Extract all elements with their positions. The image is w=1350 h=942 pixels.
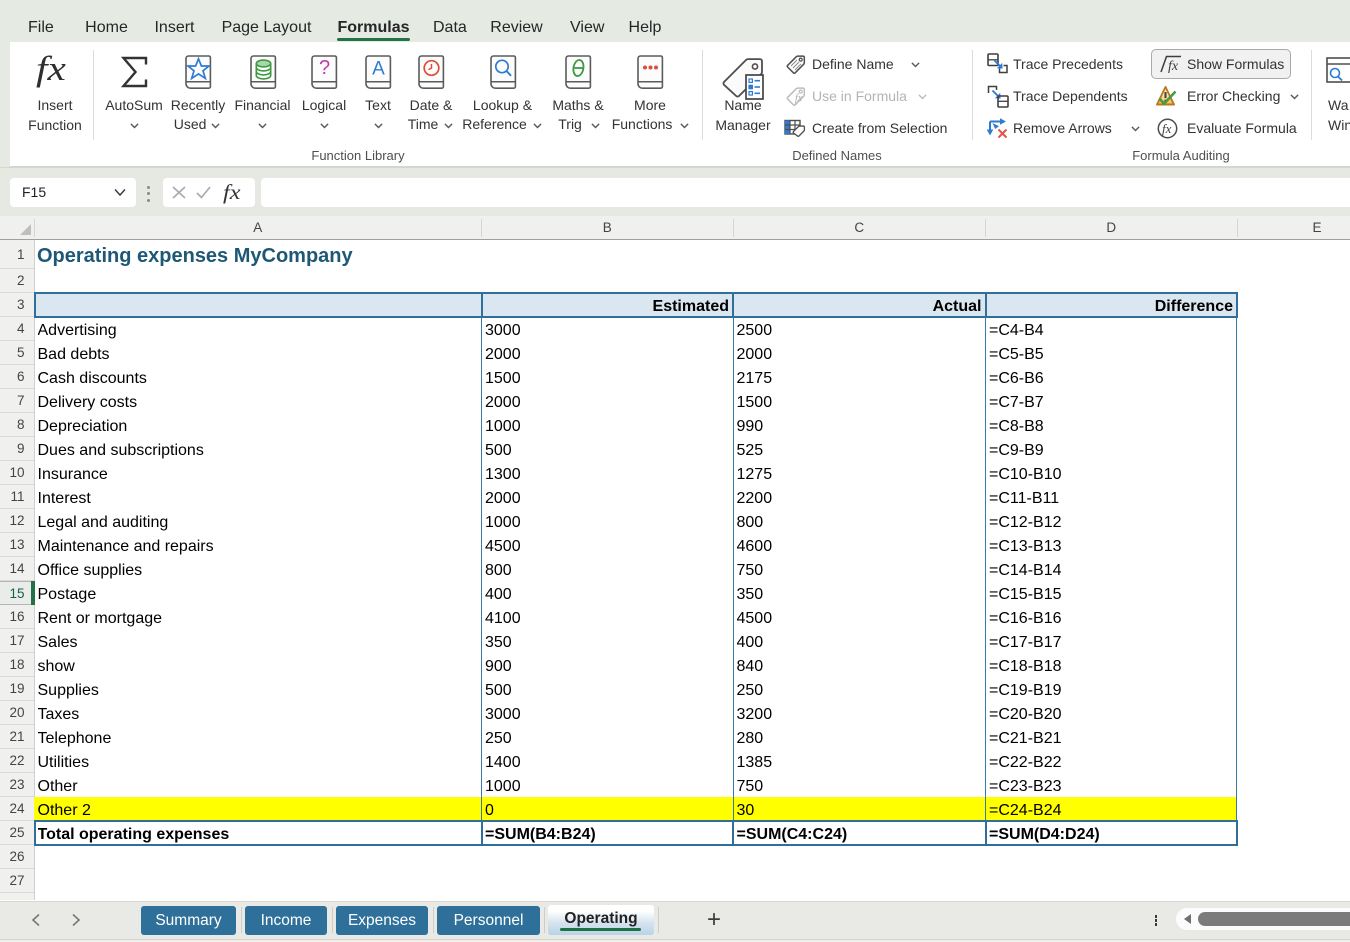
svg-text:fx: fx [1168, 59, 1179, 73]
svg-text:fx: fx [795, 93, 803, 104]
svg-text:?: ? [319, 57, 330, 79]
svg-text:A: A [372, 59, 385, 80]
svg-text:fx: fx [1162, 121, 1172, 136]
